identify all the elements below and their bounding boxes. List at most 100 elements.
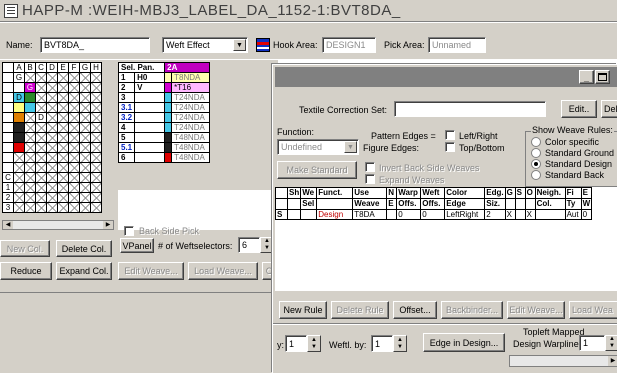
- rules-cell[interactable]: S: [275, 209, 288, 220]
- warpline-spinner[interactable]: ▲ ▼: [605, 335, 617, 351]
- radio-color-specific[interactable]: [531, 137, 541, 147]
- grid-cell[interactable]: [46, 72, 58, 83]
- spin-down-icon[interactable]: ▼: [311, 344, 317, 351]
- grid-cell[interactable]: [13, 152, 25, 163]
- grid-cell[interactable]: [35, 162, 47, 173]
- table-row[interactable]: 3.2 T24NDA: [117, 112, 211, 123]
- grid-cell[interactable]: [24, 132, 36, 143]
- grid-cell[interactable]: [90, 112, 102, 123]
- rules-cell[interactable]: [286, 209, 302, 220]
- maximize-icon[interactable]: [595, 70, 610, 84]
- back-side-pick-checkbox[interactable]: [124, 226, 134, 236]
- edge-in-design-button[interactable]: Edge in Design...: [423, 333, 505, 352]
- grid-cell[interactable]: [46, 182, 58, 193]
- new-rule-button[interactable]: New Rule: [279, 301, 327, 319]
- grid-cell[interactable]: D: [35, 112, 47, 123]
- grid-cell[interactable]: [46, 112, 58, 123]
- rules-cell[interactable]: 0: [420, 209, 446, 220]
- grid-cell[interactable]: [24, 142, 36, 153]
- grid-cell[interactable]: [68, 152, 80, 163]
- grid-horizontal-scrollbar[interactable]: ◀ ▶: [2, 220, 114, 230]
- grid-cell[interactable]: [57, 92, 69, 103]
- grid-cell[interactable]: [13, 182, 25, 193]
- grid-cell[interactable]: [13, 172, 25, 183]
- rules-cell[interactable]: 0: [580, 209, 593, 220]
- grid-cell[interactable]: [57, 152, 69, 163]
- top-bottom-checkbox[interactable]: [445, 142, 455, 152]
- rules-cell[interactable]: 2: [484, 209, 506, 220]
- grid-cell[interactable]: [24, 202, 36, 213]
- dialog-horizontal-scrollbar[interactable]: ▶: [509, 355, 617, 367]
- rules-cell[interactable]: 0: [396, 209, 422, 220]
- pick-area-input[interactable]: Unnamed: [428, 37, 486, 53]
- grid-col-header[interactable]: E: [57, 62, 69, 73]
- edit-button[interactable]: Edit..: [561, 100, 597, 118]
- expand-weaves-checkbox[interactable]: [365, 174, 375, 184]
- weftl-spinner[interactable]: ▲ ▼: [393, 335, 407, 352]
- scroll-right-icon[interactable]: ▶: [608, 356, 617, 366]
- grid-col-header[interactable]: F: [68, 62, 80, 73]
- grid-col-header[interactable]: D: [46, 62, 58, 73]
- grid-cell[interactable]: [90, 72, 102, 83]
- function-select[interactable]: Undefined ▼: [277, 139, 359, 155]
- rules-cell[interactable]: X: [504, 209, 516, 220]
- rules-table-area[interactable]: Sh We Funct. Use N Warp Weft Color Edg. …: [275, 187, 617, 291]
- grid-cell[interactable]: [13, 142, 25, 153]
- table-row[interactable]: 4 T24NDA: [117, 122, 211, 133]
- grid-cell[interactable]: [13, 132, 25, 143]
- grid-cell[interactable]: [79, 202, 91, 213]
- grid-cell[interactable]: [68, 122, 80, 133]
- grid-cell[interactable]: [68, 82, 80, 93]
- grid-cell[interactable]: [90, 142, 102, 153]
- grid-cell[interactable]: [35, 142, 47, 153]
- spin-up-icon[interactable]: ▲: [397, 337, 403, 344]
- grid-cell[interactable]: [90, 122, 102, 133]
- grid-cell[interactable]: [68, 102, 80, 113]
- scroll-left-icon[interactable]: ◀: [3, 221, 13, 229]
- grid-cell[interactable]: [13, 112, 25, 123]
- spin-down-icon[interactable]: ▼: [264, 245, 270, 252]
- chevron-down-icon[interactable]: ▼: [233, 39, 246, 51]
- rules-table[interactable]: Sh We Funct. Use N Warp Weft Color Edg. …: [275, 187, 593, 220]
- grid-cell[interactable]: [24, 72, 36, 83]
- grid-col-header[interactable]: A: [13, 62, 25, 73]
- grid-cell[interactable]: [46, 152, 58, 163]
- grid-cell[interactable]: [90, 102, 102, 113]
- grid-cell[interactable]: [46, 162, 58, 173]
- grid-cell[interactable]: [57, 202, 69, 213]
- table-row[interactable]: 3 T24NDA: [117, 92, 211, 103]
- warpline-input[interactable]: 1: [579, 335, 605, 351]
- grid-cell[interactable]: [68, 142, 80, 153]
- grid-cell[interactable]: [79, 102, 91, 113]
- grid-cell[interactable]: [79, 122, 91, 133]
- table-row[interactable]: 1 H0 T8NDA: [117, 72, 211, 83]
- grid-cell[interactable]: [79, 162, 91, 173]
- grid-cell[interactable]: [46, 122, 58, 133]
- rules-cell[interactable]: LeftRight: [444, 209, 486, 220]
- dialog-load-weave-button[interactable]: Load Wea: [569, 301, 617, 319]
- grid-cell[interactable]: [35, 82, 47, 93]
- grid-cell[interactable]: [90, 92, 102, 103]
- grid-cell[interactable]: [79, 92, 91, 103]
- vpanel-button[interactable]: VPanel: [120, 238, 154, 253]
- grid-cell[interactable]: [35, 102, 47, 113]
- grid-cell[interactable]: [13, 102, 25, 113]
- by-spinner[interactable]: ▲ ▼: [307, 335, 321, 352]
- grid-cell[interactable]: [90, 162, 102, 173]
- grid-cell[interactable]: [90, 152, 102, 163]
- grid-cell[interactable]: [79, 172, 91, 183]
- grid-cell[interactable]: [46, 132, 58, 143]
- grid-cell[interactable]: [35, 122, 47, 133]
- make-standard-button[interactable]: Make Standard: [277, 161, 357, 179]
- grid-cell[interactable]: [57, 132, 69, 143]
- grid-cell[interactable]: [57, 182, 69, 193]
- hook-area-input[interactable]: DESIGN1: [322, 37, 376, 53]
- grid-cell[interactable]: [13, 192, 25, 203]
- grid-cell[interactable]: [68, 72, 80, 83]
- delete-col-button[interactable]: Delete Col.: [56, 240, 112, 257]
- selection-table[interactable]: Sel. Pan. 2A 1 H0 T8NDA 2 V *T16 3 T24ND…: [117, 62, 211, 163]
- grid-cell[interactable]: [35, 132, 47, 143]
- grid-cell[interactable]: [35, 92, 47, 103]
- grid-cell[interactable]: [46, 92, 58, 103]
- grid-cell[interactable]: [24, 102, 36, 113]
